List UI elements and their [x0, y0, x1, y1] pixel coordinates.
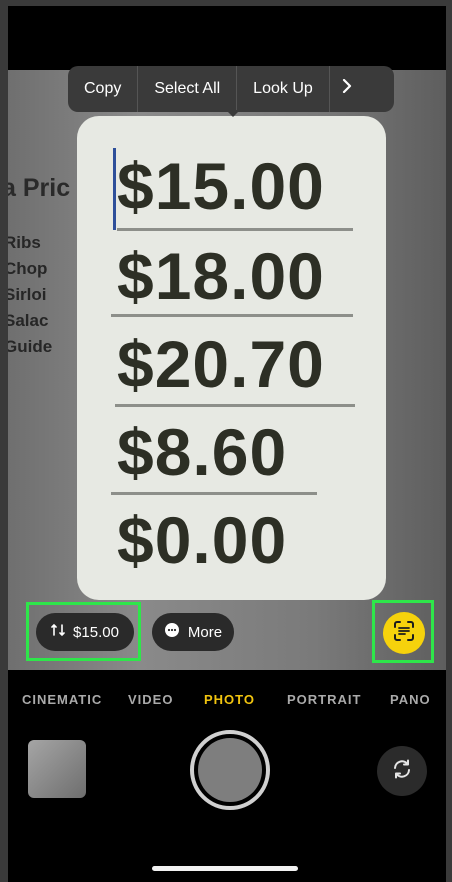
price-text[interactable]: $15.00 — [117, 148, 325, 224]
mode-cinematic[interactable]: CINEMATIC — [22, 692, 102, 707]
background-line: Ribs — [8, 233, 41, 252]
frame-border-right — [446, 0, 452, 882]
mode-portrait[interactable]: PORTRAIT — [287, 692, 361, 707]
text-cursor — [113, 148, 116, 230]
mode-video[interactable]: VIDEO — [128, 692, 173, 707]
shutter-inner — [198, 738, 262, 802]
mode-photo[interactable]: PHOTO — [204, 692, 255, 707]
look-up-menu-item[interactable]: Look Up — [237, 66, 330, 112]
divider — [111, 492, 317, 495]
ellipsis-circle-icon — [164, 622, 180, 642]
camera-flip-icon — [390, 757, 414, 786]
background-line: Salac — [8, 311, 49, 330]
divider — [115, 404, 355, 407]
price-text[interactable]: $18.00 — [117, 238, 325, 314]
more-button[interactable]: More — [152, 613, 234, 651]
live-text-magnifier[interactable]: $15.00 $18.00 $20.70 $8.60 $0.00 — [77, 116, 386, 600]
price-text[interactable]: $8.60 — [117, 414, 287, 490]
chevron-right-icon[interactable] — [330, 66, 364, 112]
photo-thumbnail[interactable] — [28, 740, 86, 798]
highlight-box-price — [26, 602, 141, 661]
copy-menu-item[interactable]: Copy — [68, 66, 139, 112]
shutter-button[interactable] — [190, 730, 270, 810]
divider — [111, 314, 353, 317]
background-line: Chop — [8, 259, 48, 278]
frame-border-left — [0, 0, 8, 882]
context-menu-pointer — [226, 110, 240, 117]
flip-camera-button[interactable] — [377, 746, 427, 796]
background-line: Guide — [8, 337, 53, 356]
divider — [117, 228, 353, 231]
background-line: Sirloi — [8, 285, 47, 304]
home-indicator — [152, 866, 298, 871]
mode-pano[interactable]: PANO — [390, 692, 431, 707]
text-context-menu: Copy Select All Look Up — [68, 66, 394, 112]
background-heading: a Pric — [8, 174, 71, 202]
more-label: More — [187, 623, 223, 641]
frame-border-top — [0, 0, 452, 6]
select-all-menu-item[interactable]: Select All — [138, 66, 238, 112]
background-menu-lines: Ribs Chop Sirloi Salac Guide — [8, 230, 52, 360]
highlight-box-live-text — [372, 600, 434, 663]
price-text[interactable]: $0.00 — [117, 502, 287, 578]
camera-mode-selector: CINEMATIC VIDEO PHOTO PORTRAIT PANO — [0, 686, 452, 714]
price-text[interactable]: $20.70 — [117, 326, 325, 402]
